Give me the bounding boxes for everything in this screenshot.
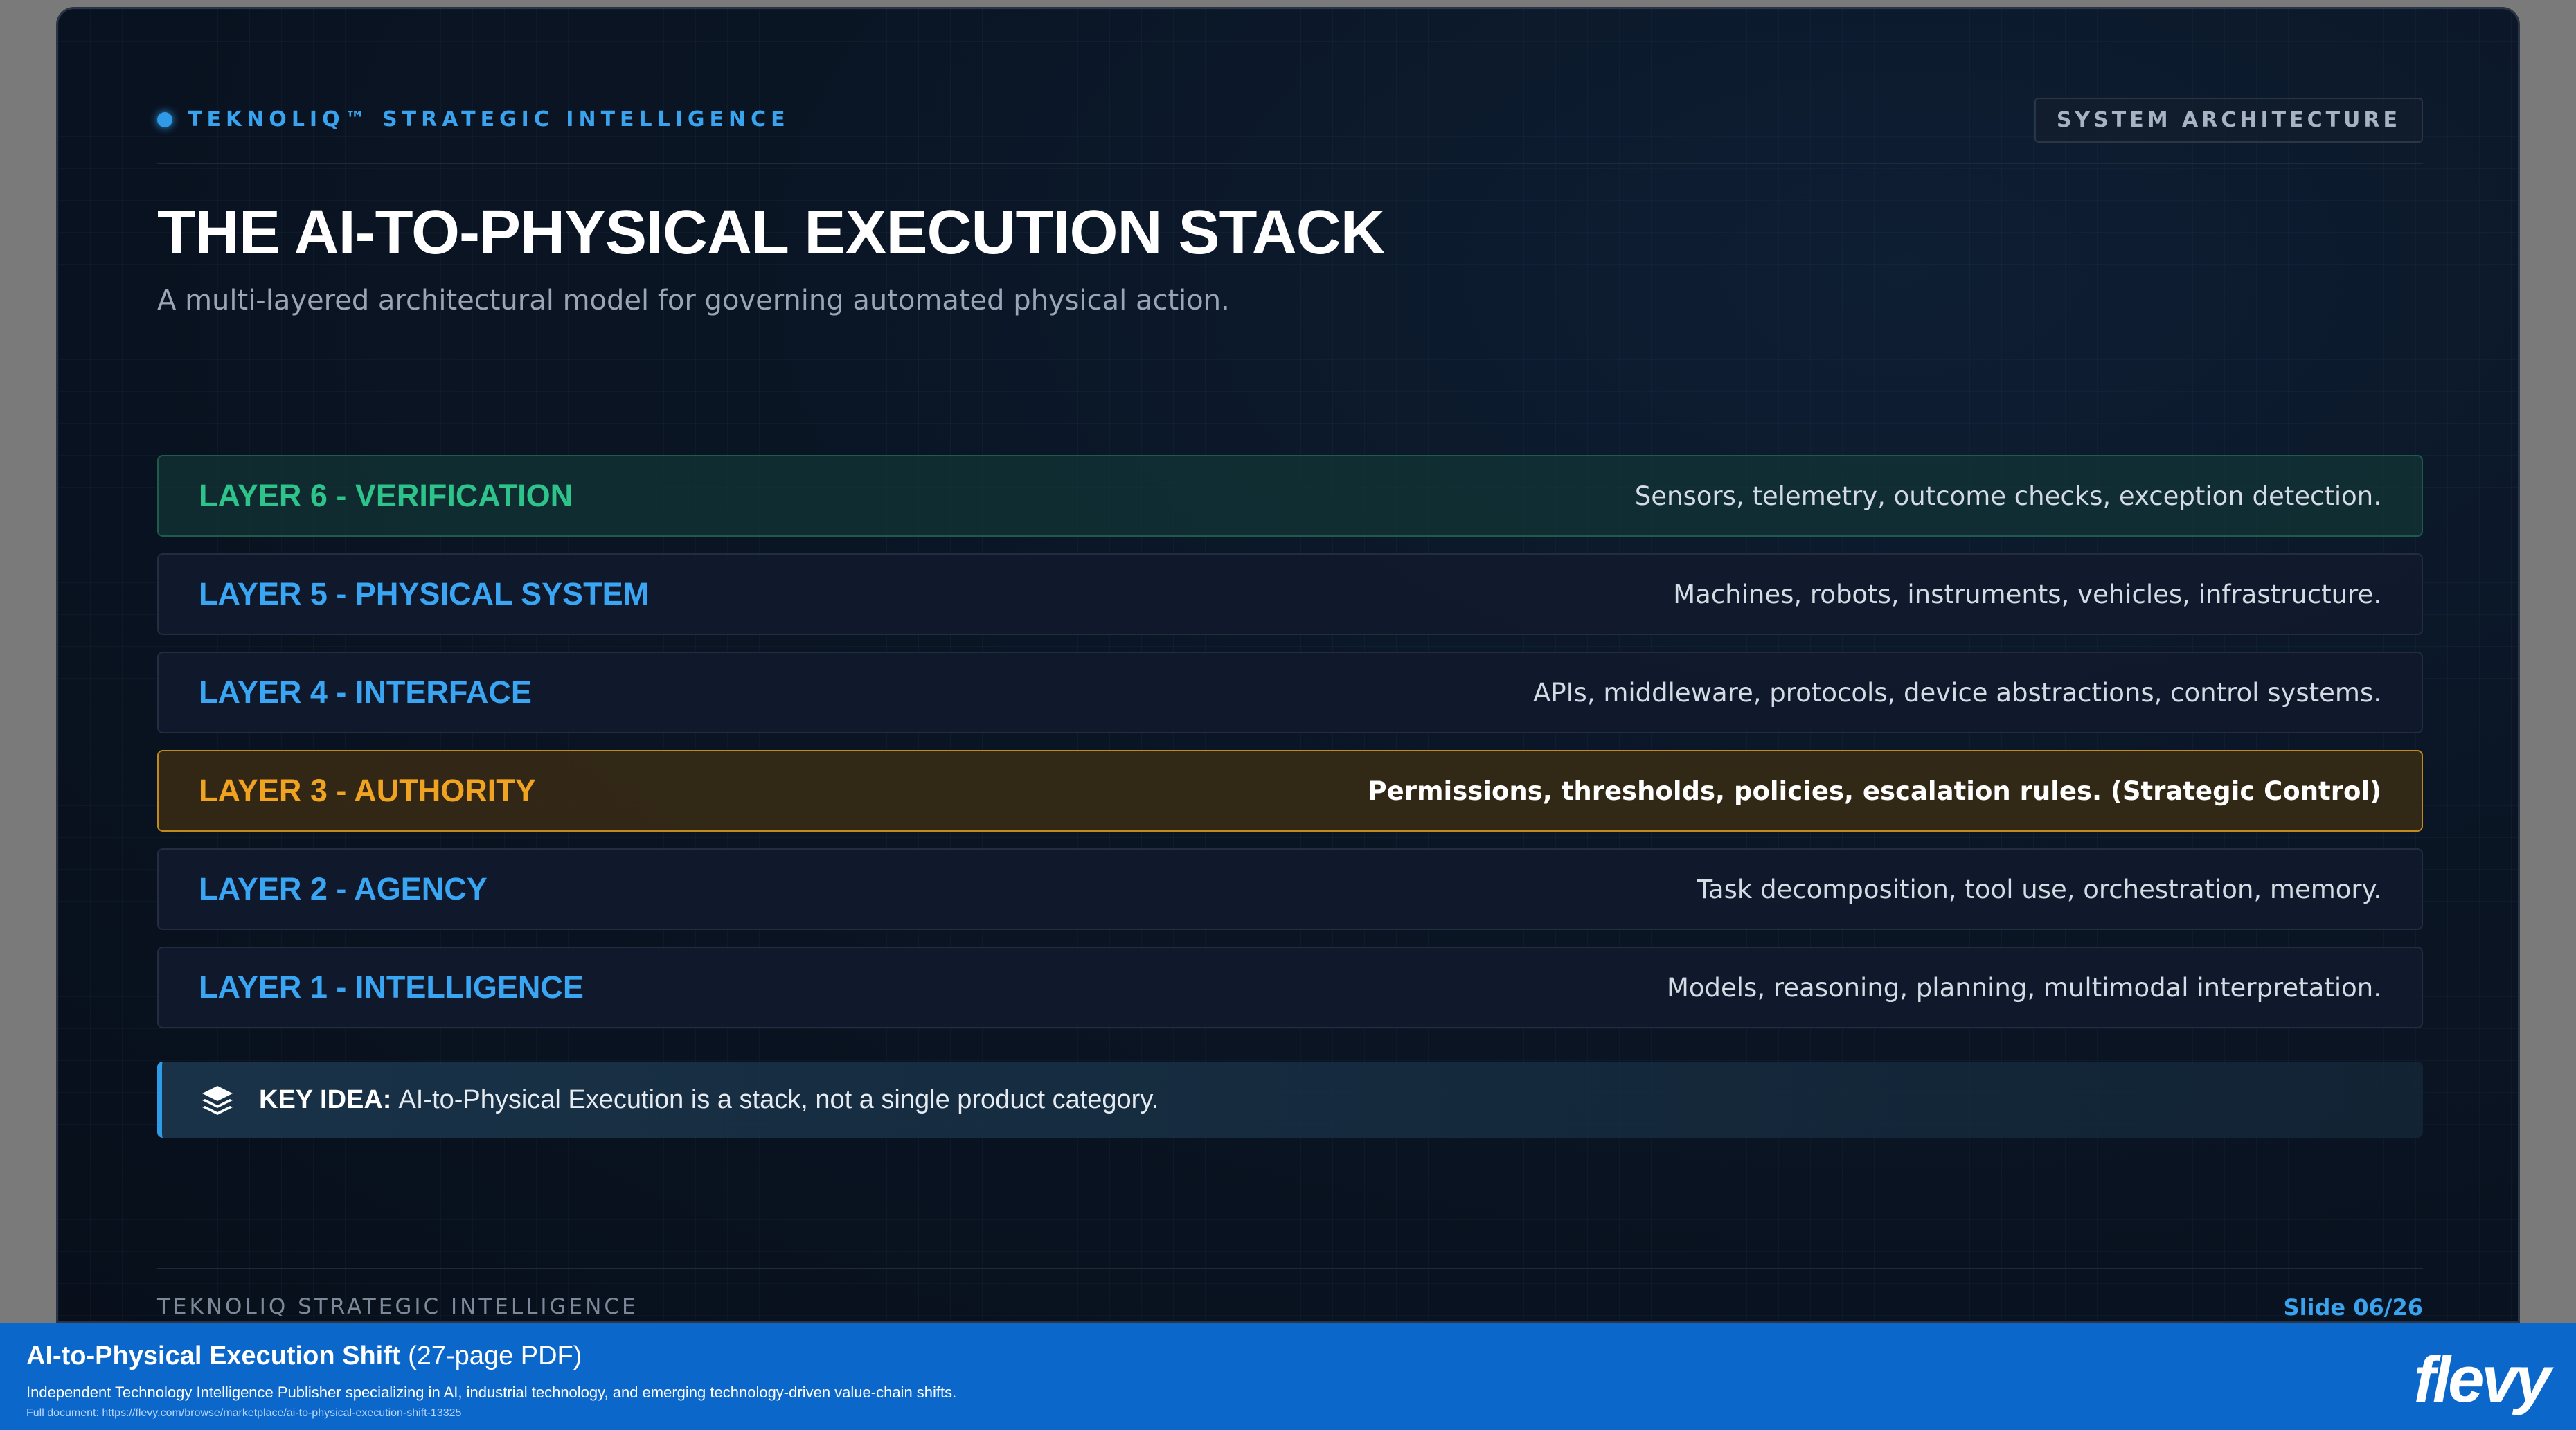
flevy-logo[interactable]: flevy xyxy=(2414,1342,2551,1417)
layers-icon xyxy=(202,1086,233,1115)
brand-dot-icon xyxy=(157,111,172,127)
key-idea-callout: KEY IDEA: AI-to-Physical Execution is a … xyxy=(157,1062,2423,1138)
layer-description: Sensors, telemetry, outcome checks, exce… xyxy=(1634,481,2381,511)
layer-2-row: LAYER 2 - AGENCY Task decomposition, too… xyxy=(157,848,2423,930)
layer-name: LAYER 1 - INTELLIGENCE xyxy=(199,969,584,1005)
layer-description: Machines, robots, instruments, vehicles,… xyxy=(1673,579,2381,609)
layer-4-row: LAYER 4 - INTERFACE APIs, middleware, pr… xyxy=(157,652,2423,733)
layer-6-row: LAYER 6 - VERIFICATION Sensors, telemetr… xyxy=(157,455,2423,537)
document-title: AI-to-Physical Execution Shift xyxy=(26,1341,401,1370)
layer-description: Task decomposition, tool use, orchestrat… xyxy=(1697,874,2381,904)
slide-number: Slide 06/26 xyxy=(2283,1294,2423,1321)
layer-description: Permissions, thresholds, policies, escal… xyxy=(1368,776,2381,806)
slide-footer: TEKNOLIQ STRATEGIC INTELLIGENCE Slide 06… xyxy=(157,1268,2423,1321)
layer-1-row: LAYER 1 - INTELLIGENCE Models, reasoning… xyxy=(157,947,2423,1028)
layer-3-row: LAYER 3 - AUTHORITY Permissions, thresho… xyxy=(157,750,2423,832)
document-banner: AI-to-Physical Execution Shift (27-page … xyxy=(0,1323,2576,1430)
slide: TEKNOLIQ™ STRATEGIC INTELLIGENCE SYSTEM … xyxy=(56,7,2520,1323)
layer-name: LAYER 6 - VERIFICATION xyxy=(199,478,573,513)
layer-name: LAYER 4 - INTERFACE xyxy=(199,674,532,710)
banner-description: Independent Technology Intelligence Publ… xyxy=(26,1384,957,1401)
banner-title: AI-to-Physical Execution Shift (27-page … xyxy=(26,1341,582,1371)
brand-label: TEKNOLIQ™ STRATEGIC INTELLIGENCE xyxy=(188,107,790,132)
page-title: THE AI-TO-PHYSICAL EXECUTION STACK xyxy=(157,198,1386,267)
footer-brand: TEKNOLIQ STRATEGIC INTELLIGENCE xyxy=(157,1294,638,1319)
layer-description: APIs, middleware, protocols, device abst… xyxy=(1533,677,2381,708)
section-tag: SYSTEM ARCHITECTURE xyxy=(2034,98,2423,143)
page-subtitle: A multi-layered architectural model for … xyxy=(157,285,1230,316)
key-idea-label: KEY IDEA: xyxy=(259,1084,392,1114)
layer-name: LAYER 3 - AUTHORITY xyxy=(199,773,536,808)
layer-description: Models, reasoning, planning, multimodal … xyxy=(1666,972,2381,1003)
layer-name: LAYER 2 - AGENCY xyxy=(199,871,488,906)
key-idea-text: AI-to-Physical Execution is a stack, not… xyxy=(398,1084,1159,1114)
layer-name: LAYER 5 - PHYSICAL SYSTEM xyxy=(199,576,650,611)
page-count: (27-page PDF) xyxy=(408,1341,582,1370)
brand: TEKNOLIQ™ STRATEGIC INTELLIGENCE xyxy=(157,107,790,132)
layer-5-row: LAYER 5 - PHYSICAL SYSTEM Machines, robo… xyxy=(157,553,2423,635)
slide-header: TEKNOLIQ™ STRATEGIC INTELLIGENCE SYSTEM … xyxy=(157,98,2423,164)
document-link[interactable]: Full document: https://flevy.com/browse/… xyxy=(26,1407,461,1420)
